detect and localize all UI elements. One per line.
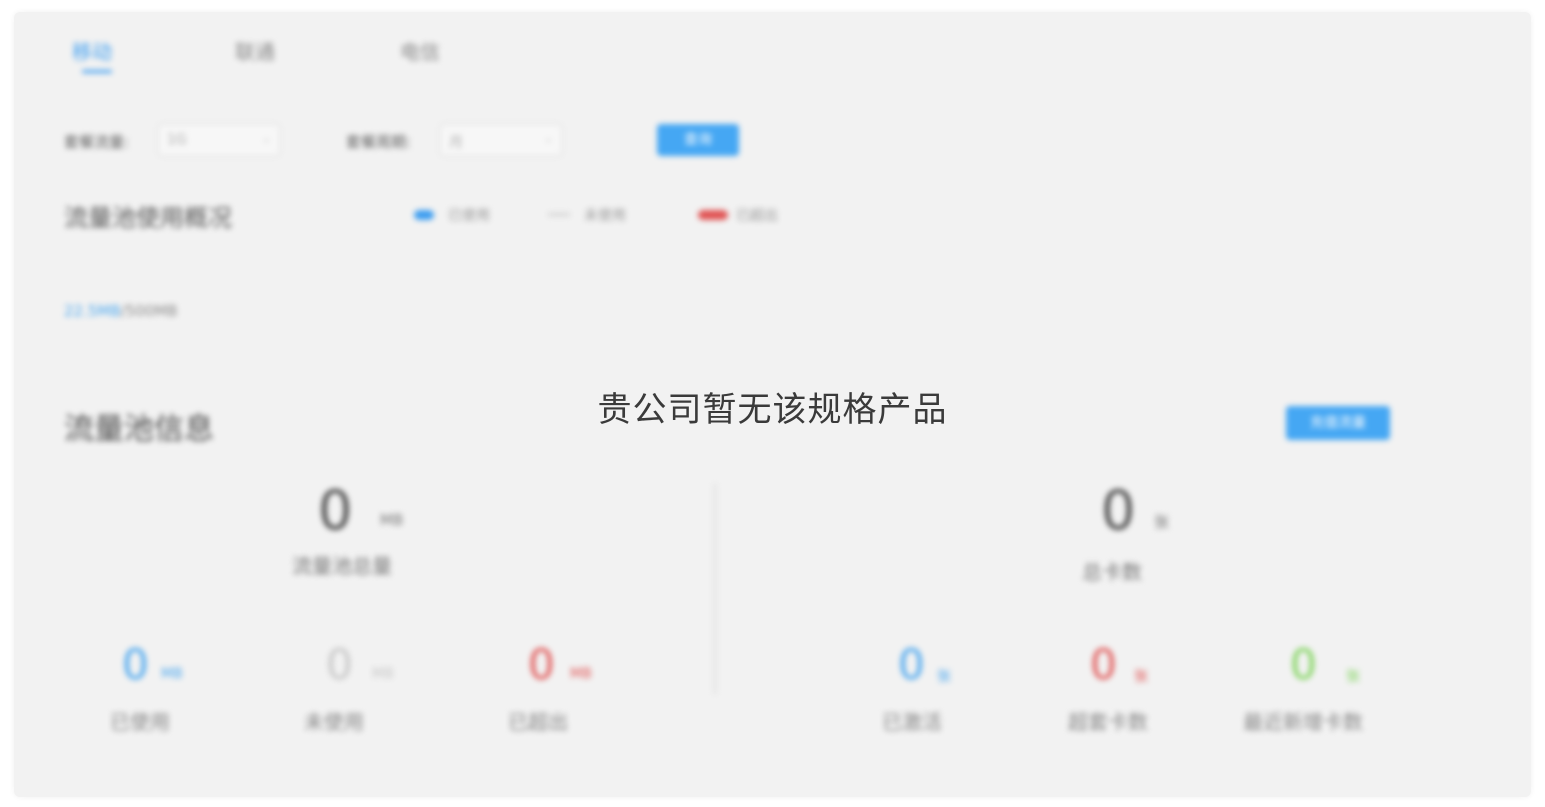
traffic-exceeded-value: 0 — [528, 640, 555, 689]
total-cards-unit: 张 — [1154, 513, 1170, 531]
pool-total-unit: MB — [380, 511, 404, 529]
traffic-unused-value: 0 — [326, 640, 353, 689]
traffic-unused-unit: MB — [372, 666, 394, 682]
usage-overview-title: 流量池使用概况 — [64, 204, 232, 232]
period-filter-label: 套餐周期: — [346, 133, 412, 151]
tab-unicom[interactable]: 联通 — [235, 36, 275, 65]
legend-used-swatch — [414, 210, 434, 220]
legend-unused-label: 未使用 — [584, 208, 626, 224]
legend-unused-swatch — [548, 213, 570, 216]
cards-over-quota-unit: 张 — [1134, 669, 1148, 685]
package-select-value: 1G — [167, 132, 187, 148]
cards-recent-unit: 张 — [1346, 669, 1360, 685]
chevron-down-icon: ⌄ — [261, 132, 271, 145]
usage-summary: 22.5MB/500MB — [64, 302, 178, 320]
legend-exceeded-label: 已超出 — [736, 208, 778, 224]
traffic-exceeded-unit: MB — [570, 666, 592, 682]
legend-used-label: 已使用 — [448, 208, 490, 224]
cards-recent-label: 最近新增卡数 — [1243, 710, 1363, 734]
traffic-used-value: 0 — [122, 640, 149, 689]
total-cards-label: 总卡数 — [1082, 560, 1142, 584]
usage-total-value: 500MB — [125, 302, 178, 320]
query-button[interactable]: 查询 — [657, 124, 739, 156]
package-select[interactable]: 1G ⌄ — [158, 124, 280, 156]
traffic-used-unit: MB — [161, 666, 183, 682]
tab-mobile[interactable]: 移动 — [72, 36, 112, 65]
cards-over-quota-value: 0 — [1090, 640, 1117, 689]
chevron-down-icon: ⌄ — [543, 132, 553, 145]
traffic-unused-label: 未使用 — [304, 710, 364, 734]
period-select-value: 月 — [449, 135, 463, 151]
pool-total-value: 0 — [318, 479, 353, 542]
tab-telecom[interactable]: 电信 — [400, 36, 440, 65]
legend-exceeded-swatch — [698, 210, 728, 220]
no-product-message: 贵公司暂无该规格产品 — [597, 390, 948, 430]
cards-over-quota-label: 超套卡数 — [1068, 710, 1148, 734]
cards-activated-unit: 张 — [937, 669, 951, 685]
active-tab-indicator — [82, 70, 112, 73]
pool-total-label: 流量池总量 — [292, 554, 392, 578]
period-select[interactable]: 月 ⌄ — [440, 124, 562, 156]
section-divider — [714, 484, 716, 694]
cards-recent-value: 0 — [1290, 640, 1317, 689]
cards-activated-value: 0 — [898, 640, 925, 689]
package-filter-label: 套餐流量: — [64, 133, 130, 151]
total-cards-value: 0 — [1101, 479, 1136, 542]
usage-used-value: 22.5MB — [64, 302, 121, 320]
cards-activated-label: 已激活 — [882, 710, 942, 734]
traffic-exceeded-label: 已超出 — [508, 710, 568, 734]
traffic-used-label: 已使用 — [110, 710, 170, 734]
